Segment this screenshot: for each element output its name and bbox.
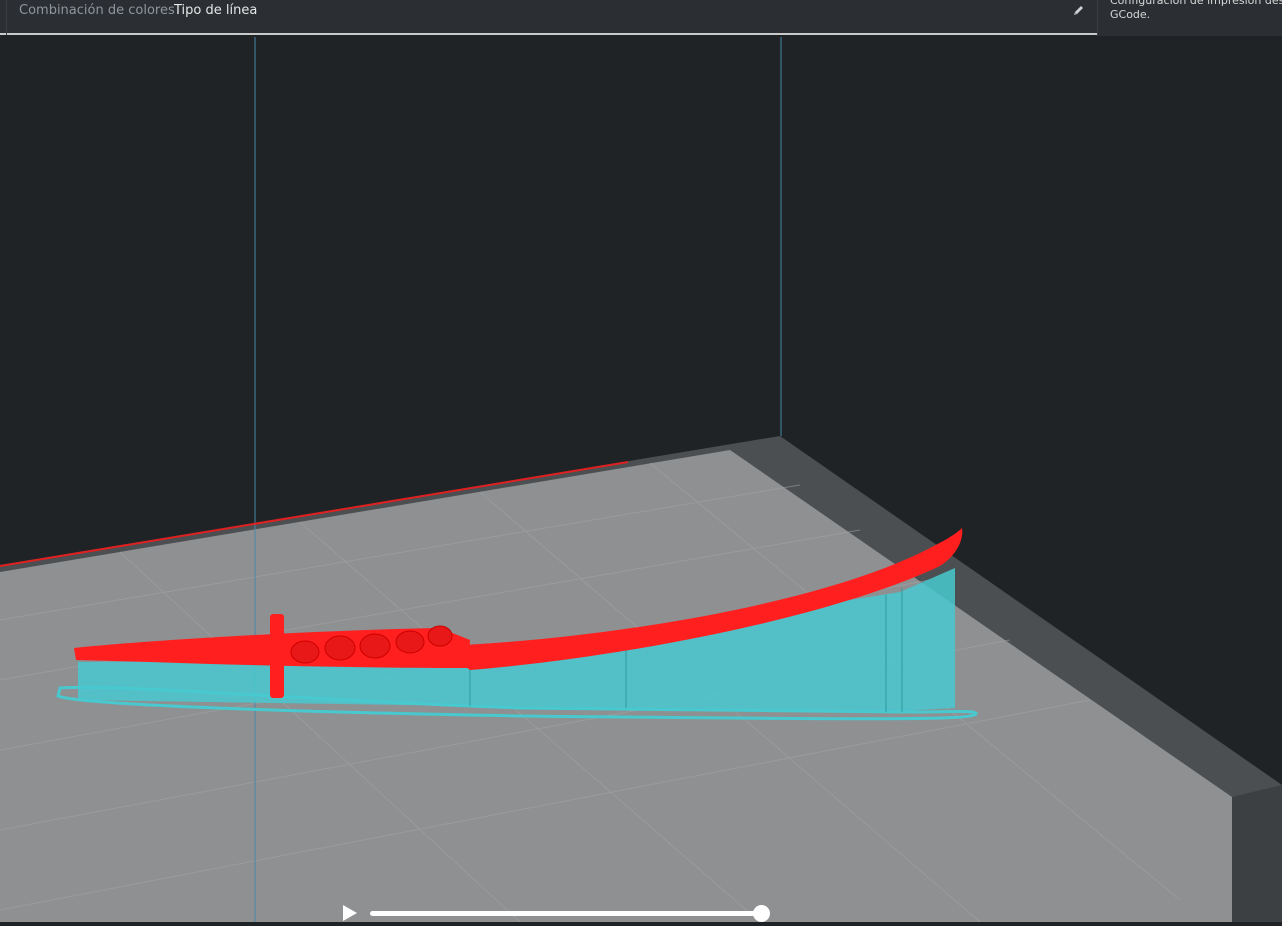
color-scheme-dropdown[interactable]: Tipo de línea — [174, 3, 257, 18]
3d-viewport[interactable] — [0, 37, 1282, 922]
model-guard — [270, 614, 284, 698]
topbar-separator — [6, 0, 7, 35]
view-settings-bar: Combinación de colores Tipo de línea — [0, 0, 1097, 35]
timeline-slider-handle[interactable] — [753, 905, 770, 922]
color-scheme-label: Combinación de colores — [19, 3, 175, 18]
layer-timeline-slider[interactable] — [370, 911, 762, 916]
print-settings-source-text: Configuración de impresión desde GCode. — [1110, 0, 1282, 21]
build-plate-side — [1232, 785, 1282, 922]
play-icon[interactable] — [340, 903, 360, 922]
pencil-icon[interactable] — [1069, 3, 1087, 19]
print-settings-panel: Configuración de impresión desde GCode. — [1097, 0, 1282, 36]
